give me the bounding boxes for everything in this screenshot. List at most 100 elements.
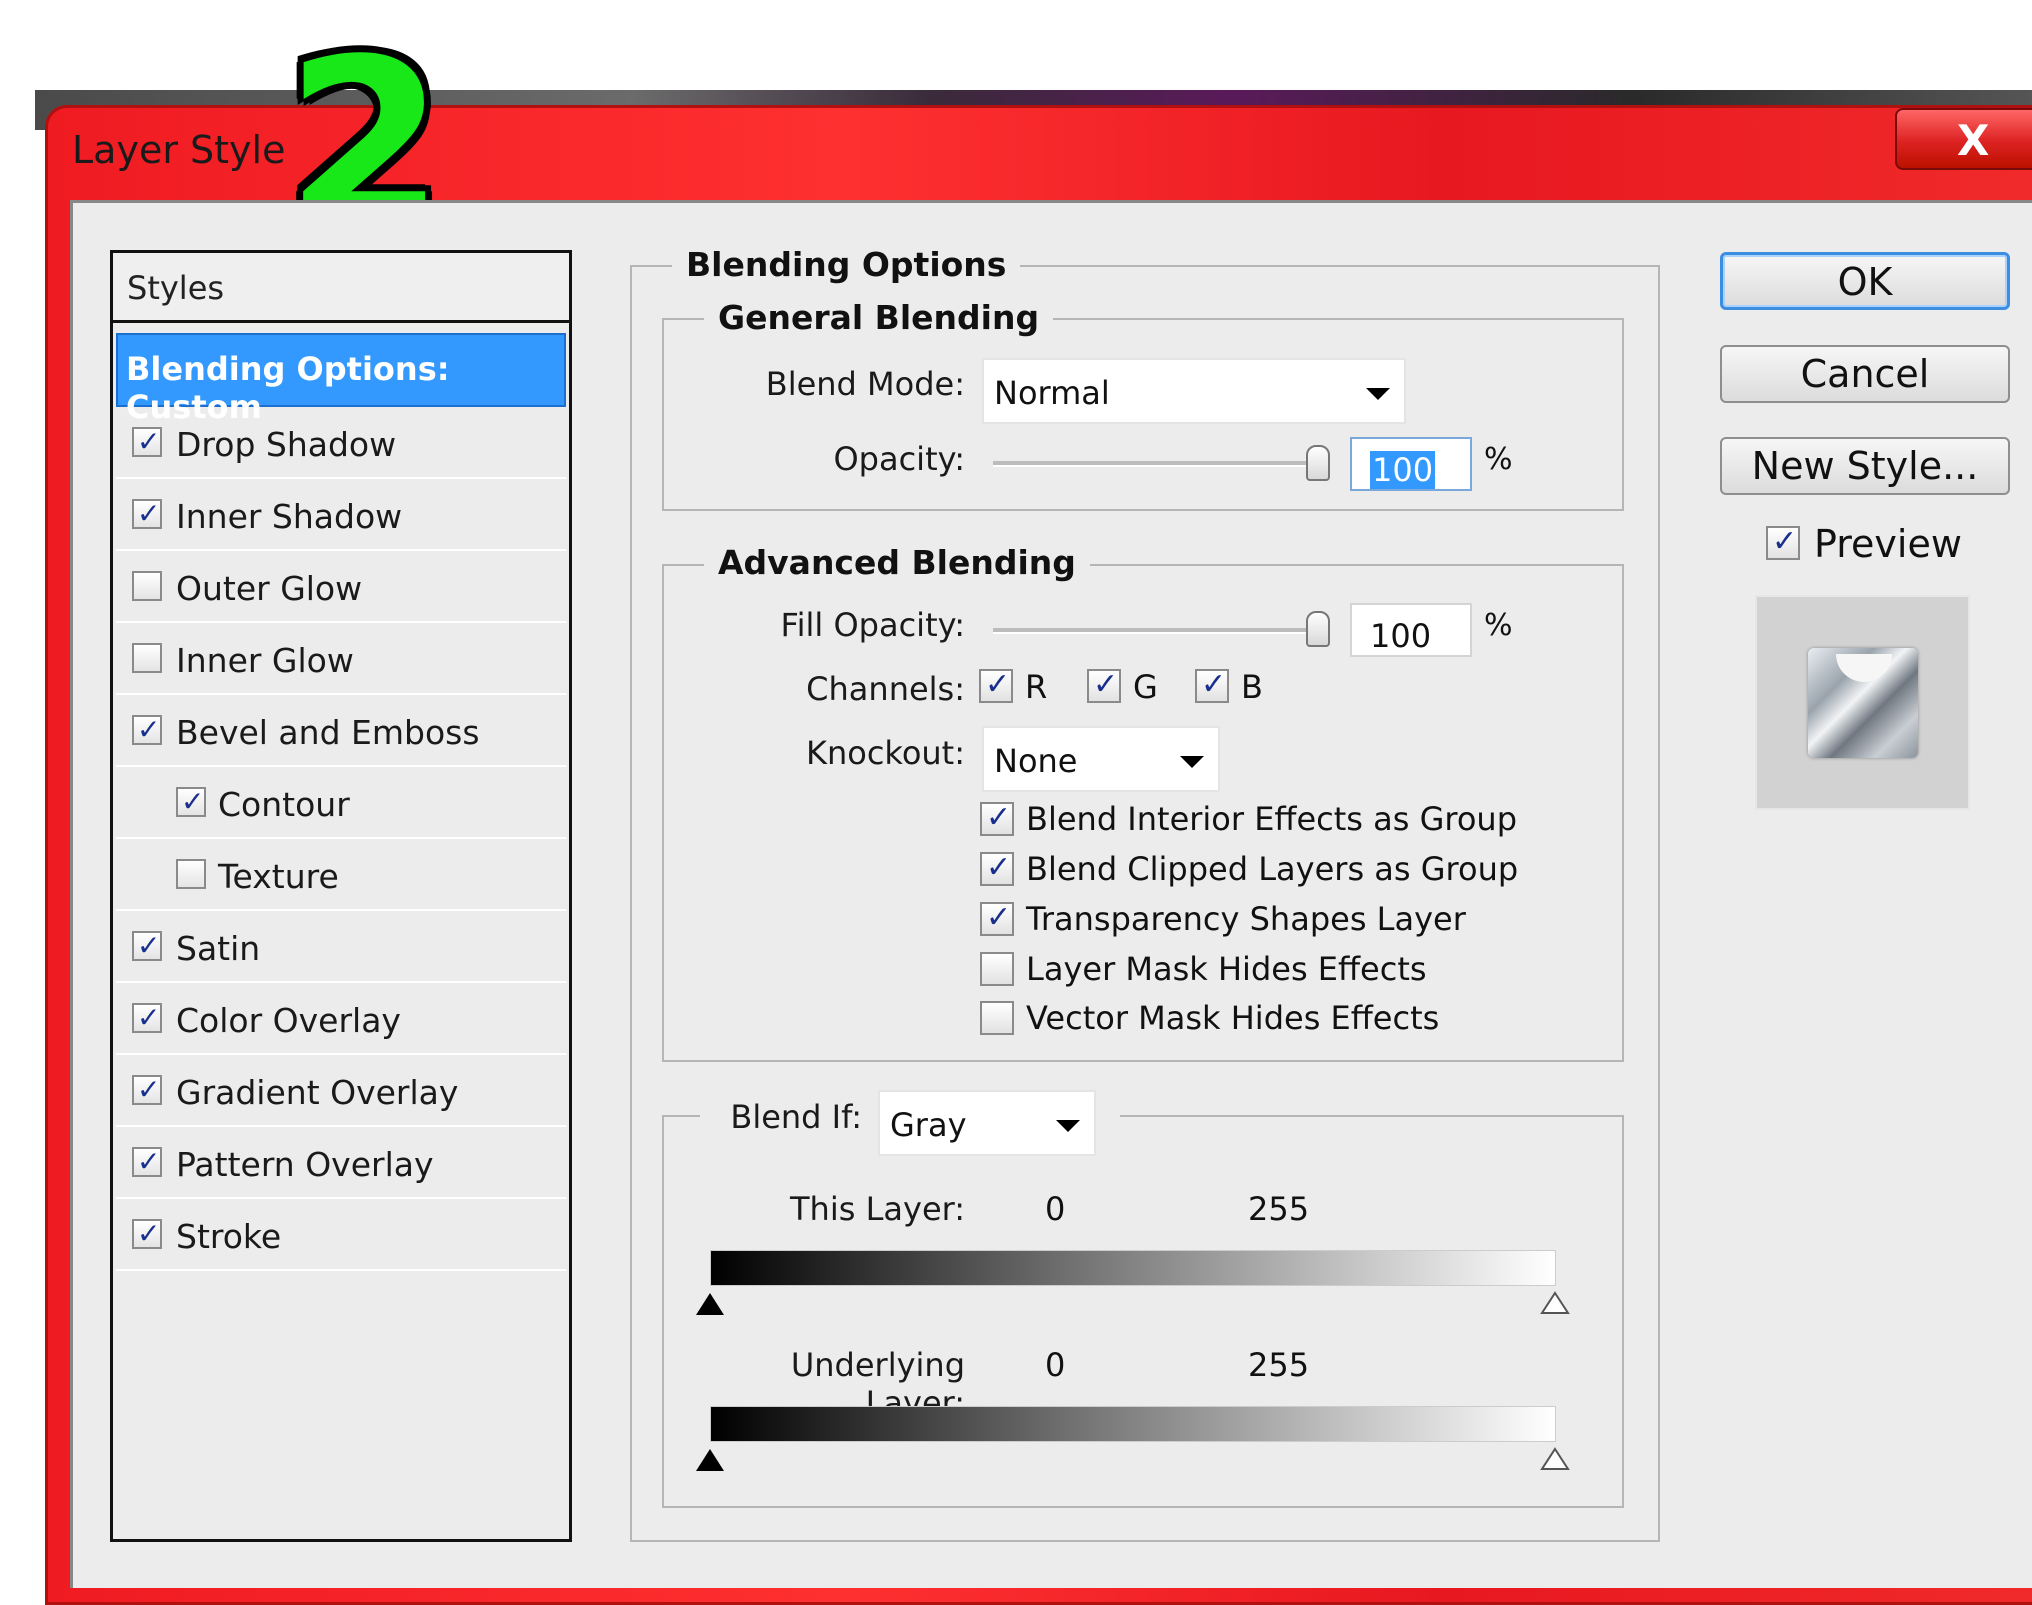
texture-checkbox[interactable]: [176, 859, 206, 889]
layer-mask-hides-effects-checkbox[interactable]: [980, 952, 1014, 986]
fill-opacity-slider-track[interactable]: [993, 628, 1326, 634]
dialog-title: Layer Style: [72, 128, 286, 172]
styles-header[interactable]: Styles: [113, 253, 569, 323]
opacity-slider-thumb[interactable]: [1306, 445, 1330, 481]
style-item-pattern-overlay[interactable]: Pattern Overlay: [116, 1127, 566, 1199]
preview-checkbox[interactable]: [1766, 524, 1800, 560]
layer-mask-hides-effects-label: Layer Mask Hides Effects: [1026, 950, 1427, 988]
style-item-satin[interactable]: Satin: [116, 911, 566, 983]
channel-b-label: B: [1241, 668, 1263, 706]
blending-options-item[interactable]: Blending Options: Custom: [116, 333, 566, 426]
opacity-label: Opacity:: [833, 440, 965, 478]
transparency-shapes-layer-checkbox[interactable]: [980, 900, 1014, 936]
drop-shadow-checkbox[interactable]: [132, 425, 162, 458]
inner-shadow-checkbox[interactable]: [132, 497, 162, 530]
channel-r-label: R: [1025, 668, 1048, 706]
style-item-outer-glow[interactable]: Outer Glow: [116, 551, 566, 623]
satin-checkbox[interactable]: [132, 929, 162, 962]
contour-checkbox[interactable]: [176, 785, 206, 818]
new-style-button[interactable]: New Style...: [1720, 437, 2010, 495]
vector-mask-hides-effects-checkbox[interactable]: [980, 1001, 1014, 1035]
opacity-slider-track[interactable]: [993, 461, 1326, 467]
blend-mode-label: Blend Mode:: [765, 365, 965, 403]
blend-clipped-layers-checkbox[interactable]: [980, 850, 1014, 886]
blending-options-title: Blending Options: [672, 245, 1021, 284]
style-item-drop-shadow[interactable]: Drop Shadow: [116, 407, 566, 479]
transparency-shapes-layer-label: Transparency Shapes Layer: [1026, 900, 1466, 938]
style-item-label: Satin: [176, 929, 261, 968]
vector-mask-hides-effects-label: Vector Mask Hides Effects: [1026, 999, 1440, 1037]
this-layer-min-value: 0: [1045, 1190, 1066, 1228]
style-item-label: Pattern Overlay: [176, 1145, 434, 1184]
style-item-inner-shadow[interactable]: Inner Shadow: [116, 479, 566, 551]
fill-opacity-slider-thumb[interactable]: [1306, 611, 1330, 647]
ok-label: OK: [1837, 260, 1893, 304]
underlying-layer-black-slider[interactable]: [696, 1449, 724, 1471]
bevel-and-emboss-checkbox[interactable]: [132, 713, 162, 746]
this-layer-white-slider[interactable]: [1540, 1291, 1570, 1315]
blend-if-value: Gray: [890, 1106, 967, 1144]
knockout-value: None: [994, 742, 1078, 780]
blend-interior-effects-label: Blend Interior Effects as Group: [1026, 800, 1518, 838]
style-item-label: Drop Shadow: [176, 425, 397, 464]
knockout-dropdown[interactable]: None: [982, 726, 1220, 792]
style-item-label: Outer Glow: [176, 569, 363, 608]
style-item-gradient-overlay[interactable]: Gradient Overlay: [116, 1055, 566, 1127]
general-blending-title: General Blending: [704, 298, 1054, 337]
channel-r-checkbox[interactable]: [979, 667, 1013, 703]
blend-if-group: [662, 1115, 1624, 1508]
blend-if-label: Blend If:: [730, 1098, 862, 1136]
blend-mode-value: Normal: [994, 374, 1110, 412]
this-layer-label: This Layer:: [790, 1190, 965, 1228]
style-item-texture[interactable]: Texture: [116, 839, 566, 911]
preview-thumbnail: [1808, 648, 1918, 758]
fill-opacity-input[interactable]: 100: [1350, 603, 1472, 657]
inner-glow-checkbox[interactable]: [132, 643, 162, 673]
opacity-input[interactable]: 100: [1350, 437, 1472, 491]
style-item-bevel-and-emboss[interactable]: Bevel and Emboss: [116, 695, 566, 767]
style-item-inner-glow[interactable]: Inner Glow: [116, 623, 566, 695]
cancel-button[interactable]: Cancel: [1720, 345, 2010, 403]
this-layer-max-value: 255: [1248, 1190, 1310, 1228]
fill-opacity-label: Fill Opacity:: [780, 606, 965, 644]
this-layer-black-slider[interactable]: [696, 1293, 724, 1315]
opacity-value: 100: [1370, 451, 1436, 489]
style-item-color-overlay[interactable]: Color Overlay: [116, 983, 566, 1055]
fill-opacity-percent: %: [1484, 608, 1513, 643]
new-style-label: New Style...: [1751, 444, 1979, 488]
underlying-layer-min-value: 0: [1045, 1346, 1066, 1384]
style-item-label: Bevel and Emboss: [176, 713, 480, 752]
ok-button[interactable]: OK: [1720, 252, 2010, 310]
style-item-stroke[interactable]: Stroke: [116, 1199, 566, 1271]
style-item-label: Color Overlay: [176, 1001, 401, 1040]
close-icon: X: [1957, 116, 1990, 165]
style-item-label: Contour: [218, 785, 350, 824]
stroke-checkbox[interactable]: [132, 1217, 162, 1250]
pattern-overlay-checkbox[interactable]: [132, 1145, 162, 1178]
opacity-percent: %: [1484, 442, 1513, 477]
channel-b-checkbox[interactable]: [1195, 667, 1229, 703]
style-item-label: Gradient Overlay: [176, 1073, 459, 1112]
underlying-layer-white-slider[interactable]: [1540, 1447, 1570, 1471]
styles-header-label: Styles: [127, 269, 225, 307]
blend-interior-effects-checkbox[interactable]: [980, 800, 1014, 836]
style-item-contour[interactable]: Contour: [116, 767, 566, 839]
blend-if-dropdown[interactable]: Gray: [878, 1090, 1096, 1156]
fill-opacity-value: 100: [1370, 617, 1432, 655]
gradient-overlay-checkbox[interactable]: [132, 1073, 162, 1106]
outer-glow-checkbox[interactable]: [132, 571, 162, 601]
chevron-down-icon: [1366, 388, 1390, 400]
channel-g-label: G: [1133, 668, 1158, 706]
channel-g-checkbox[interactable]: [1087, 667, 1121, 703]
blend-clipped-layers-label: Blend Clipped Layers as Group: [1026, 850, 1519, 888]
style-item-label: Stroke: [176, 1217, 282, 1256]
close-button[interactable]: X: [1895, 108, 2032, 170]
underlying-layer-gradient-bar: [710, 1406, 1556, 1442]
underlying-layer-max-value: 255: [1248, 1346, 1310, 1384]
channels-label: Channels:: [806, 670, 965, 708]
knockout-label: Knockout:: [805, 734, 965, 772]
color-overlay-checkbox[interactable]: [132, 1001, 162, 1034]
this-layer-gradient-bar: [710, 1250, 1556, 1286]
style-item-label: Inner Glow: [176, 641, 354, 680]
blend-mode-dropdown[interactable]: Normal: [982, 358, 1406, 424]
